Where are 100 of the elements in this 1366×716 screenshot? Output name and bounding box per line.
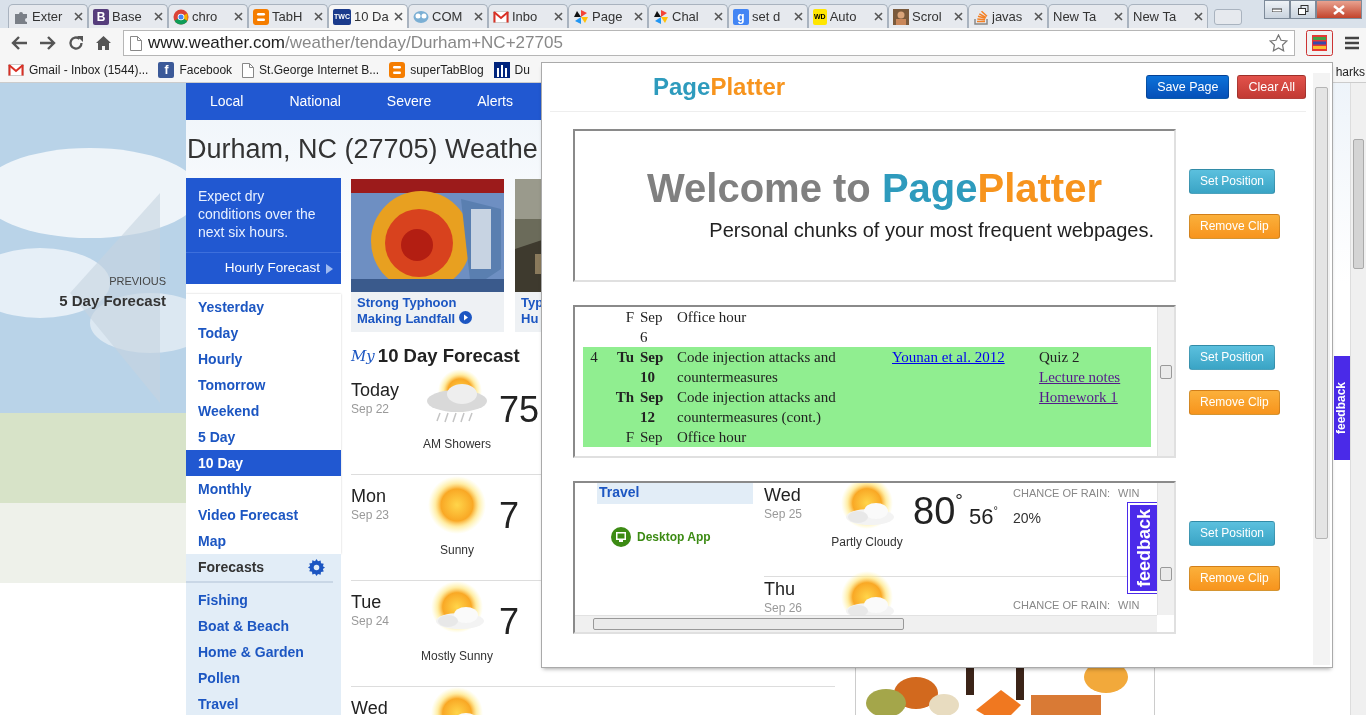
forecast-link[interactable]: Home & Garden	[186, 639, 341, 665]
feedback-tab[interactable]: feedback	[1334, 356, 1350, 460]
monitor-icon	[611, 527, 631, 547]
assignment-link[interactable]: Lecture notes	[1039, 369, 1121, 385]
browser-tab[interactable]: g set d	[728, 4, 808, 28]
browser-tab[interactable]: Scrol	[888, 4, 968, 28]
previous-forecast-link[interactable]: 5 Day Forecast	[59, 289, 166, 312]
close-icon[interactable]	[314, 12, 323, 21]
menu-item[interactable]: Hourly	[186, 346, 341, 372]
forward-icon[interactable]	[39, 35, 57, 51]
url-text: www.weather.com/weather/tenday/Durham+NC+27705	[148, 32, 563, 55]
close-icon[interactable]	[394, 12, 403, 21]
video-card[interactable]: Strong Typhoon Making Landfall	[351, 179, 504, 332]
browser-tab[interactable]: COM	[408, 4, 488, 28]
browser-tab[interactable]: New Ta	[1048, 4, 1128, 28]
forecast-link[interactable]: Travel	[186, 691, 341, 715]
menu-item[interactable]: Monthly	[186, 476, 341, 502]
day-name: Mon	[351, 486, 387, 506]
browser-tab[interactable]: javas	[968, 4, 1048, 28]
day-name: Wed	[764, 485, 802, 505]
condition-label: AM Showers	[423, 436, 491, 453]
browser-tab[interactable]: New Ta	[1128, 4, 1208, 28]
maximize-button[interactable]	[1290, 0, 1316, 19]
minimize-icon[interactable]	[1272, 7, 1282, 12]
topic-text: Code injection attacks and countermeasures (cont.)	[671, 387, 889, 427]
browser-tab[interactable]: B Base	[88, 4, 168, 28]
video-title: Hu	[521, 311, 539, 326]
back-icon[interactable]	[10, 35, 28, 51]
forecast-link[interactable]: Pollen	[186, 665, 341, 691]
browser-tab[interactable]: Exter	[8, 4, 88, 28]
close-icon[interactable]	[714, 12, 723, 21]
extension-icon[interactable]	[1306, 30, 1333, 56]
settings-icon[interactable]	[308, 559, 325, 576]
clear-button[interactable]: Clear All	[1237, 75, 1306, 99]
date-label: Sep 23	[351, 507, 391, 524]
menu-item[interactable]: Yesterday	[186, 294, 341, 320]
close-icon[interactable]	[74, 12, 83, 21]
close-icon[interactable]	[554, 12, 563, 21]
page-title: Durham, NC (27705) Weathe	[187, 133, 539, 165]
close-icon[interactable]	[794, 12, 803, 21]
scrollbar[interactable]	[1350, 83, 1366, 715]
browser-tab[interactable]: Inbo	[488, 4, 568, 28]
close-icon[interactable]	[634, 12, 643, 21]
close-button[interactable]	[1316, 0, 1362, 19]
browser-tab[interactable]: Page	[568, 4, 648, 28]
menu-item[interactable]: Video Forecast	[186, 502, 341, 528]
nav-link[interactable]: National	[289, 91, 341, 112]
nav-link[interactable]: Local	[210, 91, 244, 112]
scrollbar[interactable]	[1157, 307, 1174, 456]
bookmark[interactable]: Du	[493, 61, 530, 79]
close-icon[interactable]	[154, 12, 163, 21]
restore-icon[interactable]	[1297, 4, 1309, 15]
star-icon[interactable]	[1269, 34, 1288, 52]
close-icon[interactable]	[1194, 12, 1203, 21]
browser-tab[interactable]: chro	[168, 4, 248, 28]
day-name: Thu	[764, 579, 797, 599]
browser-tab[interactable]: Chal	[648, 4, 728, 28]
menu-item[interactable]: Tomorrow	[186, 372, 341, 398]
play-icon[interactable]	[458, 311, 472, 324]
menu-item[interactable]: 5 Day	[186, 424, 341, 450]
scrollbar[interactable]	[1157, 483, 1174, 615]
menu-item[interactable]: Travel	[597, 483, 753, 504]
forecast-link[interactable]: Fishing	[186, 587, 341, 613]
topic-text: Office hour	[671, 427, 889, 447]
reload-icon[interactable]	[68, 35, 84, 51]
photo-icon	[893, 8, 909, 25]
address-bar[interactable]: www.weather.com/weather/tenday/Durham+NC+27705	[123, 30, 1295, 56]
close-icon[interactable]	[234, 12, 243, 21]
rain-label: CHANCE OF RAIN:	[1013, 598, 1112, 613]
save-button[interactable]: Save Page	[1146, 75, 1230, 99]
close-icon[interactable]	[874, 12, 883, 21]
bookmark[interactable]: superTabBlog	[389, 61, 484, 79]
bookmarks-folder[interactable]: harks	[1335, 63, 1365, 81]
feedback-tab[interactable]: feedback	[1128, 503, 1160, 593]
scrollbar[interactable]	[1313, 73, 1330, 665]
close-icon[interactable]	[474, 12, 483, 21]
welcome-title: Welcome to PagePlatter	[646, 165, 1103, 211]
menu-item[interactable]: Weekend	[186, 398, 341, 424]
scrollbar[interactable]	[575, 615, 1157, 632]
high-temperature: 80$^{°}$	[913, 491, 963, 531]
home-icon[interactable]	[95, 35, 112, 51]
date-label: Sep 24	[351, 613, 391, 630]
desktop-app-link[interactable]: Desktop App	[611, 527, 753, 547]
close-icon[interactable]	[1034, 12, 1043, 21]
menu-item[interactable]: Today	[186, 320, 341, 346]
bookmark[interactable]: St.George Internet B...	[242, 61, 380, 79]
nav-link[interactable]: Severe	[386, 91, 432, 112]
menu-item[interactable]: Map	[186, 528, 341, 554]
nav-link[interactable]: Alerts	[477, 91, 513, 112]
bookmark[interactable]: Gmail - Inbox (1544)...	[8, 61, 149, 79]
bookmark[interactable]: f Facebook	[158, 61, 233, 79]
pinwheel-icon	[573, 8, 589, 25]
rain-value: 20%	[1013, 508, 1043, 528]
browser-tab[interactable]: TabH	[248, 4, 328, 28]
menu-item[interactable]: 10 Day	[186, 450, 341, 476]
forecast-link[interactable]: Boat & Beach	[186, 613, 341, 639]
close-icon[interactable]	[1114, 12, 1123, 21]
close-icon[interactable]	[954, 12, 963, 21]
hourly-forecast-link[interactable]: Hourly Forecast	[186, 252, 341, 284]
menu-icon[interactable]	[1344, 36, 1360, 50]
